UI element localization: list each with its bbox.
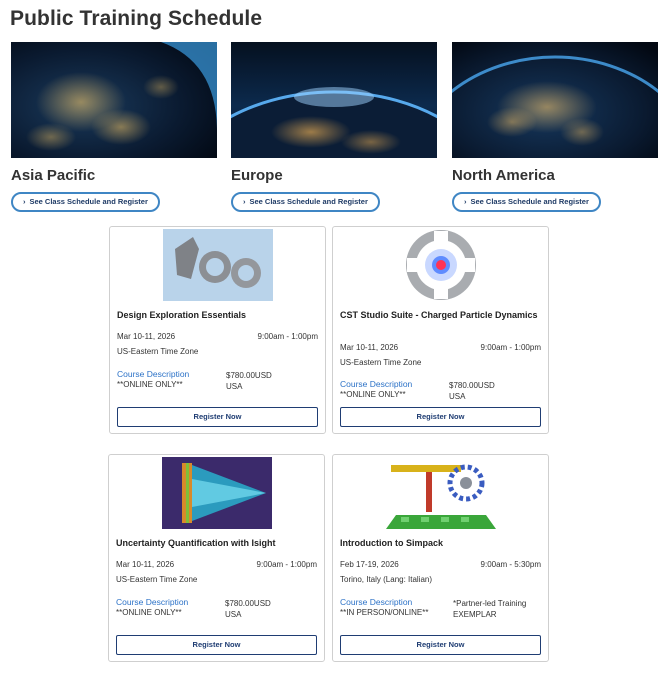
course-card-simpack: Introduction to Simpack Feb 17-19, 2026 … — [332, 454, 549, 662]
earth-north-america-image — [452, 42, 658, 158]
price-block: $780.00USD USA — [226, 370, 272, 392]
chevron-right-icon: › — [243, 197, 246, 206]
course-location: US-Eastern Time Zone — [117, 347, 199, 356]
button-label: See Class Schedule and Register — [470, 197, 589, 206]
earth-asia-image — [11, 42, 217, 158]
course-price-sub: USA — [449, 392, 466, 401]
course-location: US-Eastern Time Zone — [116, 575, 198, 584]
course-title: Uncertainty Quantification with Isight — [116, 538, 276, 548]
region-name: Europe — [231, 167, 283, 184]
register-now-button[interactable]: Register Now — [116, 635, 317, 655]
course-title: Design Exploration Essentials — [117, 310, 247, 320]
see-schedule-button-europe[interactable]: › See Class Schedule and Register — [231, 192, 380, 212]
region-name: Asia Pacific — [11, 167, 96, 184]
course-description-block: Course Description **ONLINE ONLY** — [340, 379, 412, 399]
course-card-design-exploration: Design Exploration Essentials Mar 10-11,… — [109, 226, 326, 434]
see-schedule-button-north-america[interactable]: › See Class Schedule and Register — [452, 192, 601, 212]
course-mode: **ONLINE ONLY** — [117, 380, 183, 389]
course-description-link[interactable]: Course Description — [116, 597, 188, 607]
course-price: $780.00USD — [449, 381, 495, 390]
price-block: *Partner-led Training EXEMPLAR — [453, 598, 526, 620]
course-title: Introduction to Simpack — [340, 538, 444, 548]
course-time: 9:00am - 1:00pm — [257, 332, 318, 341]
course-price: *Partner-led Training — [453, 599, 527, 608]
see-schedule-button-asia-pacific[interactable]: › See Class Schedule and Register — [11, 192, 160, 212]
course-description-link[interactable]: Course Description — [117, 369, 189, 379]
region-name: North America — [452, 167, 555, 184]
earth-europe-image — [231, 42, 437, 158]
course-price-sub: EXEMPLAR — [453, 610, 497, 619]
course-price-sub: USA — [226, 382, 243, 391]
date-time-row: Feb 17-19, 2026 9:00am - 5:30pm — [340, 560, 541, 569]
region-europe: Europe › See Class Schedule and Register — [231, 42, 437, 212]
date-time-row: Mar 10-11, 2026 9:00am - 1:00pm — [116, 560, 317, 569]
course-description-block: Course Description **ONLINE ONLY** — [117, 369, 189, 389]
course-time: 9:00am - 5:30pm — [480, 560, 541, 569]
course-description-block: Course Description **IN PERSON/ONLINE** — [340, 597, 428, 617]
course-mode: **ONLINE ONLY** — [116, 608, 182, 617]
course-location: US-Eastern Time Zone — [340, 358, 422, 367]
price-block: $780.00USD USA — [449, 380, 495, 402]
date-time-row: Mar 10-11, 2026 9:00am - 1:00pm — [340, 343, 541, 352]
course-thumbnail — [333, 229, 548, 301]
course-mode: **IN PERSON/ONLINE** — [340, 608, 429, 617]
course-title: CST Studio Suite - Charged Particle Dyna… — [340, 310, 538, 320]
price-block: $780.00USD USA — [225, 598, 271, 620]
course-date: Mar 10-11, 2026 — [340, 343, 399, 352]
course-location: Torino, Italy (Lang: Italian) — [340, 575, 433, 584]
course-card-uncertainty-quantification: Uncertainty Quantification with Isight M… — [108, 454, 325, 662]
course-card-cst-studio: CST Studio Suite - Charged Particle Dyna… — [332, 226, 549, 434]
course-description-link[interactable]: Course Description — [340, 597, 428, 607]
chevron-right-icon: › — [464, 197, 467, 206]
register-now-button[interactable]: Register Now — [117, 407, 318, 427]
course-mode: **ONLINE ONLY** — [340, 390, 406, 399]
course-thumbnail — [110, 229, 325, 301]
course-description-link[interactable]: Course Description — [340, 379, 412, 389]
date-time-row: Mar 10-11, 2026 9:00am - 1:00pm — [117, 332, 318, 341]
register-now-button[interactable]: Register Now — [340, 407, 541, 427]
region-asia-pacific: Asia Pacific › See Class Schedule and Reg… — [11, 42, 217, 212]
button-label: See Class Schedule and Register — [29, 197, 148, 206]
course-thumbnail — [109, 457, 324, 529]
course-date: Mar 10-11, 2026 — [117, 332, 176, 341]
course-date: Feb 17-19, 2026 — [340, 560, 399, 569]
course-price: $780.00USD — [226, 371, 272, 380]
course-date: Mar 10-11, 2026 — [116, 560, 175, 569]
course-price-sub: USA — [225, 610, 242, 619]
course-time: 9:00am - 1:00pm — [480, 343, 541, 352]
course-time: 9:00am - 1:00pm — [256, 560, 317, 569]
button-label: See Class Schedule and Register — [249, 197, 368, 206]
page-title: Public Training Schedule — [10, 7, 263, 30]
course-description-block: Course Description **ONLINE ONLY** — [116, 597, 188, 617]
register-now-button[interactable]: Register Now — [340, 635, 541, 655]
chevron-right-icon: › — [23, 197, 26, 206]
course-thumbnail — [333, 457, 548, 529]
region-north-america: North America › See Class Schedule and Re… — [452, 42, 658, 212]
course-price: $780.00USD — [225, 599, 271, 608]
